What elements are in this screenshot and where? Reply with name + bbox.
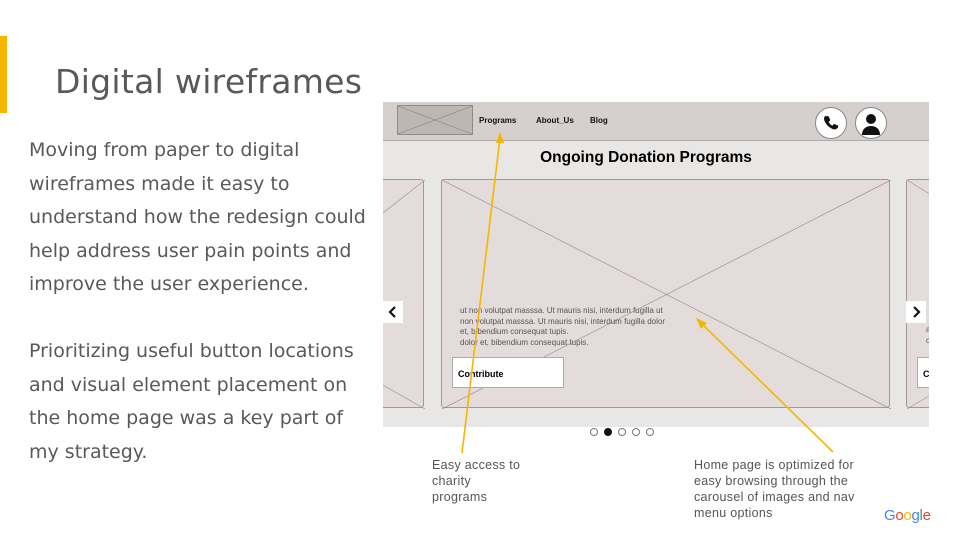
carousel-dot[interactable] [618, 428, 626, 436]
annotation-line: menu options [694, 506, 773, 520]
annotation-line: easy browsing through the [694, 474, 849, 488]
nav-link-about-us[interactable]: About_Us [536, 116, 574, 125]
card-text-line: ut non volutpat masssa. Ut mauris nisi, … [460, 306, 663, 315]
carousel-card-prev [383, 179, 425, 409]
annotation-line: carousel of images and nav [694, 490, 855, 504]
carousel-dot[interactable] [632, 428, 640, 436]
nav-link-blog[interactable]: Blog [590, 116, 608, 125]
carousel-prev-button[interactable] [383, 301, 403, 323]
annotation-right: Home page is optimized for easy browsing… [694, 457, 855, 521]
carousel-dot[interactable] [590, 428, 598, 436]
nav-link-programs[interactable]: Programs [479, 116, 516, 125]
carousel-next-button[interactable] [906, 301, 926, 323]
slide-title: Digital wireframes [55, 62, 363, 101]
slide-body: Moving from paper to digital wireframes … [29, 134, 369, 469]
logo-letter: G [884, 507, 896, 524]
next-card-text-1: a [926, 325, 929, 334]
phone-icon[interactable] [815, 107, 847, 139]
contribute-button[interactable]: Contribute [452, 357, 564, 388]
card-description: ut non volutpat masssa. Ut mauris nisi, … [460, 306, 685, 348]
paragraph-2: Prioritizing useful button locations and… [29, 339, 354, 463]
carousel-dot[interactable] [646, 428, 654, 436]
card-text-line: non volutpat masssa. Ut mauris nisi, int… [460, 316, 665, 326]
wireframe-heading: Ongoing Donation Programs [540, 149, 752, 166]
carousel-dot-active[interactable] [604, 428, 612, 436]
wireframe-nav-bar: Programs About_Us Blog [383, 102, 929, 141]
chevron-left-icon [388, 306, 396, 318]
next-card-contribute-button: C [917, 357, 929, 388]
user-icon[interactable] [855, 107, 887, 139]
logo-letter: e [922, 507, 931, 524]
paragraph-1: Moving from paper to digital wireframes … [29, 139, 366, 296]
annotation-line: Easy access to [432, 458, 521, 472]
annotation-line: Home page is optimized for [694, 458, 854, 472]
accent-bar [0, 36, 7, 113]
logo-letter: g [911, 507, 920, 524]
logo-placeholder [397, 105, 473, 135]
wireframe-mockup: Programs About_Us Blog Ongoing Donation … [383, 102, 929, 427]
card-text-line: dolor et, bibendium consequat tupis. [460, 337, 589, 347]
annotation-left: Easy access to charity programs [432, 457, 520, 505]
chevron-right-icon [913, 306, 921, 318]
card-text-line: et, bibendium consequat tupis. [460, 327, 569, 336]
next-card-text-2: c [926, 335, 929, 345]
google-logo: Google [884, 507, 931, 524]
annotation-line: charity [432, 474, 471, 488]
annotation-line: programs [432, 490, 488, 504]
